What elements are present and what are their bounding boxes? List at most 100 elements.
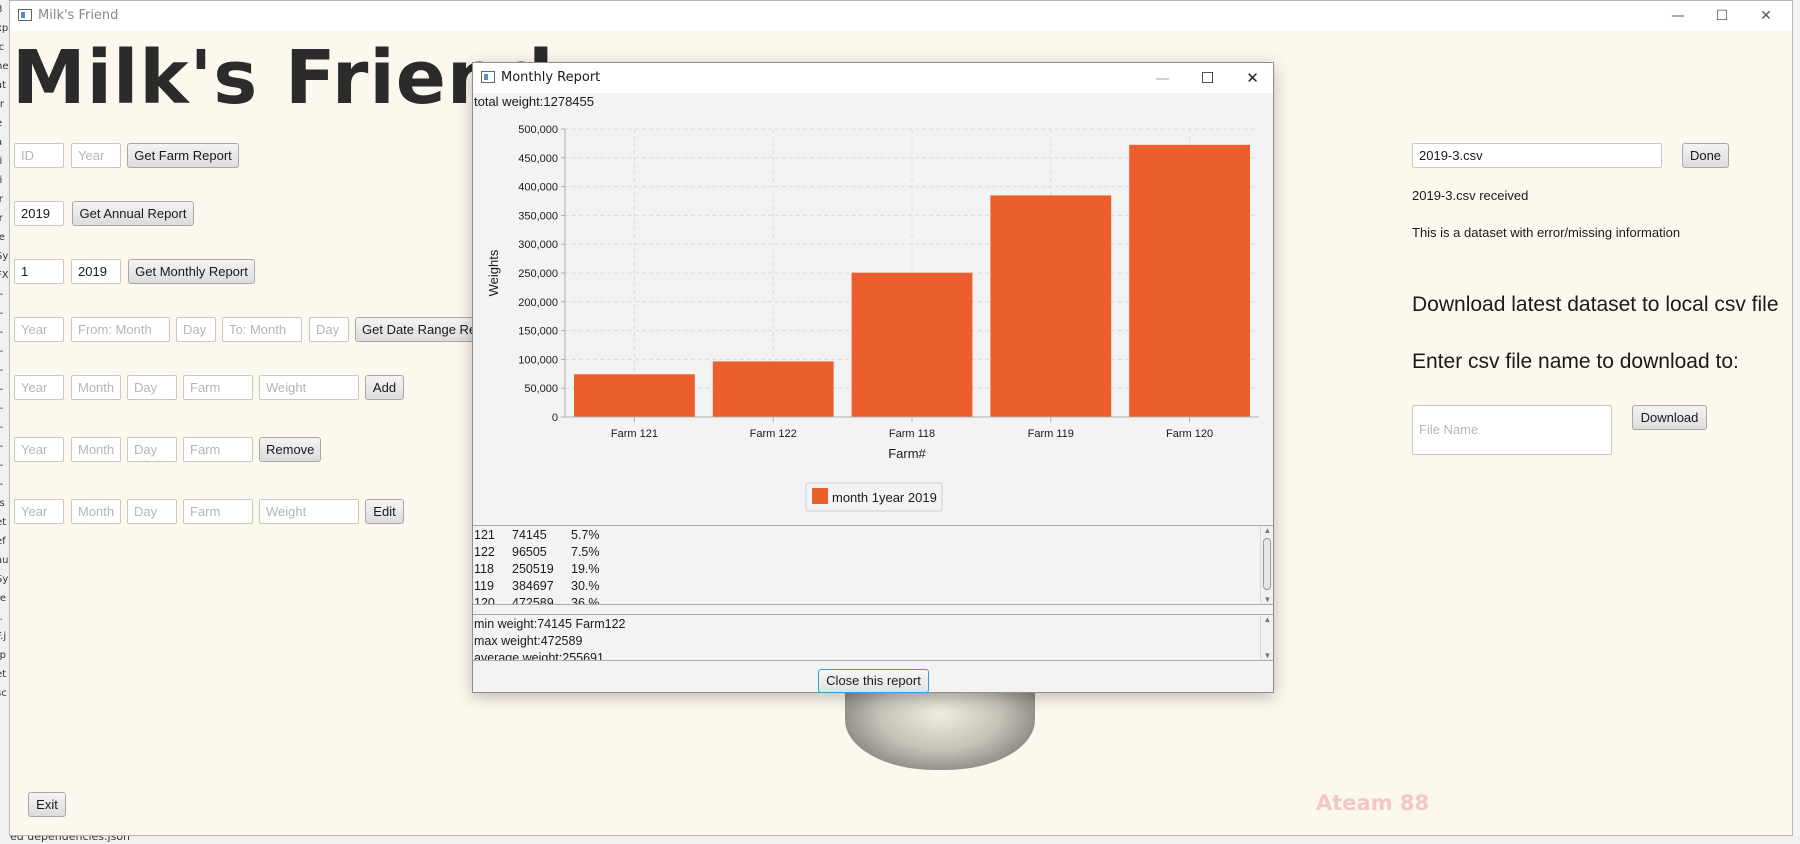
percent-cell: 36.% [571, 596, 600, 605]
y-tick-label: 150,000 [518, 326, 558, 338]
monthly-report-dialog: Monthly Report — ☐ ✕ total weight:127845… [472, 62, 1274, 693]
download-button[interactable]: Download [1632, 405, 1707, 430]
range-from-month-input[interactable]: From: Month [71, 317, 170, 342]
maximize-icon[interactable]: ☐ [1700, 1, 1744, 31]
stats-textarea[interactable]: min weight:74145 Farm122 max weight:4725… [473, 614, 1273, 661]
background-fragment-text: sc [0, 688, 7, 699]
close-report-button[interactable]: Close this report [818, 669, 929, 693]
minimize-icon[interactable]: — [1656, 1, 1700, 31]
farm-id-input[interactable]: ID [14, 143, 64, 168]
get-annual-report-button[interactable]: Get Annual Report [72, 201, 194, 226]
percent-cell: 7.5% [571, 545, 600, 559]
exit-button[interactable]: Exit [28, 792, 66, 817]
background-fragment-text: fi [0, 175, 3, 186]
dialog-close-icon[interactable]: ✕ [1230, 63, 1275, 93]
csv-file-input[interactable]: 2019-3.csv [1412, 143, 1662, 168]
dialog-minimize-icon[interactable]: — [1140, 63, 1185, 93]
x-axis-label: Farm# [888, 446, 926, 461]
y-tick-label: 0 [552, 412, 558, 424]
weights-bar-chart: 0 50,000 100,000 150,000 200,000 250,000 300,0… [474, 115, 1272, 575]
done-button[interactable]: Done [1682, 143, 1729, 168]
background-fragment-text: et [0, 517, 7, 528]
edit-weight-input[interactable]: Weight [259, 499, 359, 524]
edit-day-input[interactable]: Day [127, 499, 177, 524]
edit-farm-input[interactable]: Farm [183, 499, 253, 524]
farm-id-cell: 121 [474, 528, 495, 542]
y-tick-label: 400,000 [518, 182, 558, 194]
range-year-input[interactable]: Year [14, 317, 64, 342]
weight-cell: 74145 [512, 528, 547, 542]
background-fragment-text: -- [0, 437, 9, 456]
total-weight-label: total weight:1278455 [474, 94, 594, 109]
monthly-year-input[interactable]: 2019 [71, 259, 121, 284]
background-fragment-text: fs [0, 498, 5, 509]
remove-month-input[interactable]: Month [71, 437, 121, 462]
chart-bar [1129, 144, 1250, 417]
remove-day-input[interactable]: Day [127, 437, 177, 462]
team-label: Ateam 88 [1316, 791, 1430, 815]
background-fragment-text: et [0, 669, 7, 680]
weight-cell: 250519 [512, 562, 554, 576]
add-button[interactable]: Add [365, 375, 404, 400]
dialog-title: Monthly Report [501, 70, 601, 85]
background-fragment-text: xp [0, 23, 9, 34]
dataset-note: This is a dataset with error/missing inf… [1412, 225, 1681, 240]
dialog-titlebar[interactable]: Monthly Report — ☐ ✕ [473, 63, 1273, 93]
farm-year-input[interactable]: Year [71, 143, 121, 168]
background-fragment-text: re [0, 593, 7, 604]
add-year-input[interactable]: Year [14, 375, 64, 400]
background-fragment-text: at [0, 80, 7, 91]
download-filename-input[interactable]: File Name [1412, 405, 1612, 455]
y-tick-label: 200,000 [518, 297, 558, 309]
close-icon[interactable]: ✕ [1744, 1, 1788, 31]
add-month-input[interactable]: Month [71, 375, 121, 400]
weight-cell: 384697 [512, 579, 554, 593]
monthly-month-input[interactable]: 1 [14, 259, 64, 284]
x-tick-label: Farm 120 [1166, 428, 1213, 440]
add-farm-input[interactable]: Farm [183, 375, 253, 400]
percent-cell: 19.% [571, 562, 600, 576]
y-tick-label: 450,000 [518, 153, 558, 165]
y-tick-label: 300,000 [518, 239, 558, 251]
background-fragment-text: -- [0, 399, 9, 418]
edit-year-input[interactable]: Year [14, 499, 64, 524]
add-day-input[interactable]: Day [127, 375, 177, 400]
get-monthly-report-button[interactable]: Get Monthly Report [128, 259, 255, 284]
main-titlebar[interactable]: Milk's Friend — ☐ ✕ [10, 1, 1792, 31]
background-fragment-text: Sy [0, 574, 9, 585]
background-fragment-text: 8 [0, 0, 9, 19]
get-farm-report-button[interactable]: Get Farm Report [127, 143, 239, 168]
add-weight-input[interactable]: Weight [259, 375, 359, 400]
background-fragment-text: -- [0, 285, 9, 304]
range-to-month-input[interactable]: To: Month [222, 317, 302, 342]
x-tick-label: Farm 121 [611, 428, 658, 440]
y-tick-label: 350,000 [518, 210, 558, 222]
annual-year-input[interactable]: 2019 [14, 201, 64, 226]
chart-bar [712, 361, 834, 417]
y-axis-label: Weights [486, 249, 501, 296]
weight-cell: 472589 [512, 596, 554, 605]
edit-month-input[interactable]: Month [71, 499, 121, 524]
y-tick-label: 500,000 [518, 124, 558, 136]
farm-id-cell: 120 [474, 596, 495, 605]
background-fragment-text: -- [0, 475, 9, 494]
background-window-fragment: 8xpicheatrreafifiirirjeSyFX-------------… [0, 0, 9, 844]
remove-button[interactable]: Remove [259, 437, 321, 462]
farm-weights-list[interactable]: 120 472589 36.% 119 384697 30.% 118 250519 19.% 1… [473, 525, 1273, 605]
remove-farm-input[interactable]: Farm [183, 437, 253, 462]
stats-scrollbar[interactable]: ▲ ▼ [1260, 615, 1273, 660]
get-date-range-report-button[interactable]: Get Date Range Re [355, 317, 485, 342]
background-fragment-text: fi [0, 156, 3, 167]
remove-year-input[interactable]: Year [14, 437, 64, 462]
list-scrollbar[interactable]: ▲ ▼ [1260, 526, 1273, 604]
chart-bar [851, 272, 973, 417]
range-to-day-input[interactable]: Day [309, 317, 349, 342]
dialog-maximize-icon[interactable]: ☐ [1185, 63, 1230, 93]
edit-button[interactable]: Edit [365, 499, 404, 524]
farm-id-cell: 119 [474, 579, 494, 593]
x-tick-label: Farm 122 [750, 428, 797, 440]
download-heading: Download latest dataset to local csv fil… [1412, 293, 1779, 316]
dialog-app-icon [481, 71, 495, 83]
range-from-day-input[interactable]: Day [176, 317, 216, 342]
background-fragment-text: F.j [0, 631, 7, 642]
